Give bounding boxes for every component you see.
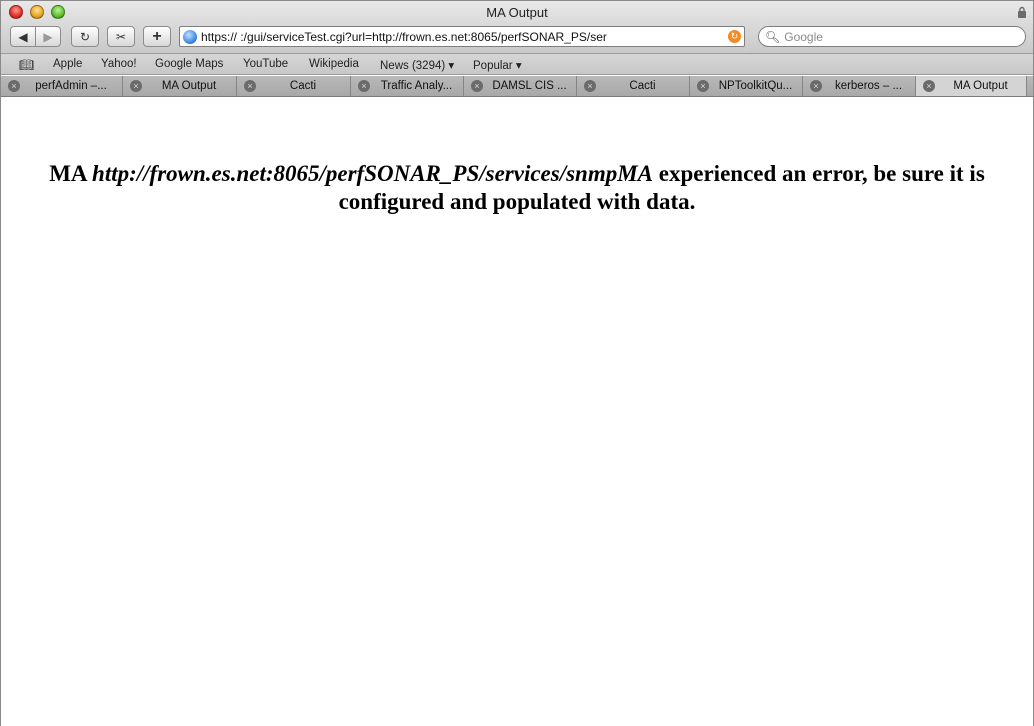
forward-button[interactable]: ▶ (35, 26, 61, 47)
address-text: https:// :/gui/serviceTest.cgi?url=http:… (201, 29, 607, 44)
error-prefix: MA (49, 161, 93, 186)
tab-label: MA Output (953, 80, 1008, 92)
bookmarks-bar: 📖︎ Apple Yahoo! Google Maps YouTube Wiki… (1, 54, 1033, 75)
tab-label: perfAdmin –... (35, 80, 107, 92)
bookmark-popular[interactable]: Popular ▾ (473, 58, 522, 72)
bookmark-yahoo[interactable]: Yahoo! (101, 58, 137, 70)
globe-icon (183, 29, 197, 44)
tab-ma-output[interactable]: × MA Output (123, 76, 237, 96)
book-icon[interactable]: 📖︎ (19, 58, 34, 72)
rss-icon[interactable]: ↻ (728, 30, 741, 43)
chevron-down-icon: ▾ (448, 60, 455, 72)
search-field[interactable]: 🔍︎ Google (758, 26, 1026, 47)
bookmark-news-label: News (3294) (380, 60, 446, 72)
close-icon[interactable]: × (130, 80, 142, 92)
tab-cacti[interactable]: × Cacti (237, 76, 351, 96)
bookmark-apple[interactable]: Apple (53, 58, 82, 70)
close-icon[interactable]: × (584, 80, 596, 92)
reload-button[interactable]: ↻ (71, 26, 99, 47)
service-url: http://frown.es.net:8065/perfSONAR_PS/se… (92, 161, 654, 186)
tab-damsl[interactable]: × DAMSL CIS ... (464, 76, 577, 96)
error-message: MA http://frown.es.net:8065/perfSONAR_PS… (11, 160, 1023, 216)
bookmark-wikipedia[interactable]: Wikipedia (309, 58, 359, 70)
close-icon[interactable]: × (244, 80, 256, 92)
tab-label: Traffic Analy... (380, 80, 453, 92)
close-icon[interactable]: × (697, 80, 709, 92)
tab-ma-output-active[interactable]: × MA Output (916, 76, 1027, 96)
tab-traffic-analysis[interactable]: × Traffic Analy... (351, 76, 464, 96)
tab-label: DAMSL CIS ... (492, 80, 567, 92)
page-content: MA http://frown.es.net:8065/perfSONAR_PS… (1, 98, 1033, 726)
snapback-button[interactable]: ✂ (107, 26, 135, 47)
chevron-down-icon: ▾ (515, 60, 522, 72)
address-bar[interactable]: https:// :/gui/serviceTest.cgi?url=http:… (179, 26, 745, 47)
title-bar: MA Output (1, 1, 1033, 23)
tab-bar: × perfAdmin –... × MA Output × Cacti × Traff… (1, 76, 1033, 97)
tab-label: kerberos – ... (834, 80, 903, 92)
tab-label: MA Output (161, 80, 217, 92)
bookmark-popular-label: Popular (473, 60, 513, 72)
tab-cacti-2[interactable]: × Cacti (577, 76, 690, 96)
close-icon[interactable]: × (471, 80, 483, 92)
tab-kerberos[interactable]: × kerberos – ... (803, 76, 916, 96)
tab-label: NPToolkitQu... (718, 80, 793, 92)
back-button[interactable]: ◀ (10, 26, 36, 47)
search-placeholder: Google (784, 29, 823, 44)
bookmark-youtube[interactable]: YouTube (243, 58, 288, 70)
bookmark-google-maps[interactable]: Google Maps (155, 58, 223, 70)
window-title: MA Output (486, 5, 548, 20)
close-icon[interactable]: × (8, 80, 20, 92)
tab-nptoolkit[interactable]: × NPToolkitQu... (690, 76, 803, 96)
tab-label: Cacti (629, 80, 656, 92)
bookmark-news[interactable]: News (3294) ▾ (380, 58, 454, 72)
close-icon[interactable]: × (923, 80, 935, 92)
add-bookmark-button[interactable]: + (143, 26, 171, 47)
close-icon[interactable]: × (358, 80, 370, 92)
window-chrome: MA Output ◀ ▶ ↻ ✂ + https:// :/gui/servi… (1, 1, 1033, 60)
lock-icon (1018, 6, 1026, 18)
browser-window: MA Output ◀ ▶ ↻ ✂ + https:// :/gui/servi… (0, 0, 1034, 726)
tab-label: Cacti (289, 80, 317, 92)
close-icon[interactable]: × (810, 80, 822, 92)
tab-perfadmin[interactable]: × perfAdmin –... (1, 76, 123, 96)
search-icon: 🔍︎ (765, 29, 781, 44)
toolbar: ◀ ▶ ↻ ✂ + https:// :/gui/serviceTest.cgi… (1, 23, 1033, 60)
